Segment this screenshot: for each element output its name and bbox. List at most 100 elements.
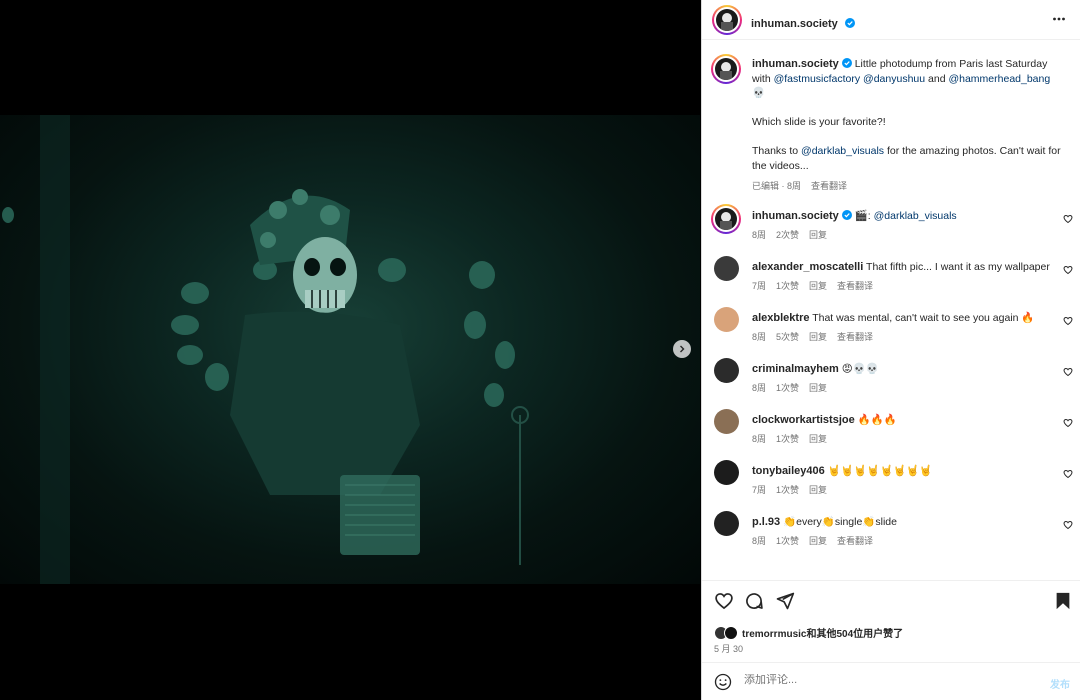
caption-avatar[interactable]: [711, 54, 741, 84]
commenter-avatar[interactable]: [714, 409, 739, 434]
comment-body: 🔥🔥🔥: [857, 414, 897, 426]
heart-icon[interactable]: [714, 591, 734, 611]
comment-time: 8周: [752, 536, 767, 546]
chevron-right-icon: [680, 345, 685, 353]
verified-icon: [845, 18, 856, 28]
translate-link[interactable]: 查看翻译: [837, 281, 873, 291]
comment-likes[interactable]: 1次赞: [776, 536, 799, 546]
commenter-avatar[interactable]: [714, 307, 739, 332]
skull-emoji: 💀: [752, 87, 766, 99]
like-comment-heart-icon[interactable]: [1063, 418, 1073, 428]
commenter-username[interactable]: clockworkartistsjoe: [752, 414, 855, 426]
translate-link[interactable]: 查看翻译: [837, 536, 873, 546]
mention-link[interactable]: @darklab_visuals: [874, 210, 957, 222]
comment-row: criminalmayhem 😡💀💀 8周 1次赞 回复: [702, 354, 1080, 400]
emoji-icon[interactable]: [714, 673, 732, 691]
author-username[interactable]: inhuman.society: [751, 18, 838, 30]
comment-input[interactable]: [744, 674, 1034, 686]
comment-body: That fifth pic... I want it as my wallpa…: [866, 261, 1050, 273]
comment-likes[interactable]: 1次赞: [776, 281, 799, 291]
comment-time: 8周: [752, 383, 767, 393]
mention-link[interactable]: @fastmusicfactory: [774, 73, 861, 85]
comment-meta: 7周 1次赞 回复: [752, 483, 837, 496]
commenter-avatar[interactable]: [711, 204, 741, 234]
commenter-avatar[interactable]: [714, 460, 739, 485]
comment-text: alexblektre That was mental, can't wait …: [752, 311, 1057, 326]
comment-row: inhuman.society 🎬: @darklab_visuals 8周 2次赞…: [702, 201, 1080, 247]
comments-scroll-area[interactable]: inhuman.society Little photodump from Pa…: [702, 41, 1080, 576]
post-comment-button[interactable]: 发布: [1050, 676, 1070, 691]
comment-likes[interactable]: 5次赞: [776, 332, 799, 342]
caption-text: and: [928, 72, 946, 85]
next-slide-button[interactable]: [673, 340, 691, 358]
post-media: [0, 0, 700, 700]
comment-body: 👏every👏single👏slide: [783, 516, 897, 528]
commenter-username[interactable]: inhuman.society: [752, 210, 839, 222]
likes-text[interactable]: tremorrmusic和其他504位用户赞了: [742, 625, 903, 640]
comment-time: 8周: [752, 332, 767, 342]
comment-time: 8周: [752, 434, 767, 444]
comment-body: 🤘🤘🤘🤘🤘🤘🤘🤘: [827, 465, 933, 477]
mention-link[interactable]: @darklab_visuals: [801, 145, 884, 157]
like-comment-heart-icon[interactable]: [1063, 520, 1073, 530]
commenter-avatar[interactable]: [714, 358, 739, 383]
translate-link[interactable]: 查看翻译: [811, 181, 847, 191]
commenter-username[interactable]: alexblektre: [752, 312, 809, 324]
like-comment-heart-icon[interactable]: [1063, 265, 1073, 275]
likes-summary[interactable]: tremorrmusic和其他504位用户赞了: [714, 625, 903, 640]
translate-link[interactable]: 查看翻译: [837, 332, 873, 342]
reply-button[interactable]: 回复: [809, 281, 827, 291]
mention-link[interactable]: @danyushuu: [863, 73, 925, 85]
caption-text: for the amazing photos. Can't wait for t…: [752, 145, 1061, 172]
commenter-avatar[interactable]: [714, 256, 739, 281]
comment-time: 7周: [752, 281, 767, 291]
comment-likes[interactable]: 1次赞: [776, 383, 799, 393]
add-comment-bar: 发布: [702, 662, 1080, 700]
commenter-username[interactable]: tonybailey406: [752, 465, 825, 477]
comment-row: p.l.93 👏every👏single👏slide 8周 1次赞 回复 查看翻译: [702, 507, 1080, 553]
mention-link[interactable]: @hammerhead_bang: [948, 73, 1050, 85]
caption-text: Which slide is your favorite?!: [752, 116, 886, 128]
post-photo: [0, 115, 700, 584]
comment-likes[interactable]: 2次赞: [776, 230, 799, 240]
reply-button[interactable]: 回复: [809, 230, 827, 240]
post-sidebar: inhuman.society inhuman.society Little p…: [701, 0, 1080, 700]
reply-button[interactable]: 回复: [809, 434, 827, 444]
commenter-avatar[interactable]: [714, 511, 739, 536]
caption-text: Thanks to: [752, 145, 799, 157]
reply-button[interactable]: 回复: [809, 332, 827, 342]
verified-icon: [841, 210, 852, 220]
comment-row: alexander_moscatelli That fifth pic... I…: [702, 252, 1080, 298]
verified-icon: [841, 58, 852, 68]
reply-button[interactable]: 回复: [809, 485, 827, 495]
commenter-username[interactable]: criminalmayhem: [752, 363, 839, 375]
bookmark-icon[interactable]: [1054, 591, 1072, 611]
reply-button[interactable]: 回复: [809, 383, 827, 393]
comment-meta: 8周 1次赞 回复 查看翻译: [752, 534, 883, 547]
author-avatar[interactable]: [712, 5, 742, 35]
like-comment-heart-icon[interactable]: [1063, 316, 1073, 326]
comment-text: alexander_moscatelli That fifth pic... I…: [752, 260, 1057, 275]
share-icon[interactable]: [775, 591, 795, 611]
commenter-username[interactable]: p.l.93: [752, 516, 780, 528]
comment-row: clockworkartistsjoe 🔥🔥🔥 8周 1次赞 回复: [702, 405, 1080, 451]
commenter-username[interactable]: alexander_moscatelli: [752, 261, 863, 273]
comment-body: That was mental, can't wait to see you a…: [812, 312, 1035, 324]
like-comment-heart-icon[interactable]: [1063, 469, 1073, 479]
action-bar: [702, 580, 1080, 620]
like-comment-heart-icon[interactable]: [1063, 214, 1073, 224]
comment-meta: 7周 1次赞 回复 查看翻译: [752, 279, 883, 292]
photo-illustration: [2, 115, 529, 584]
comment-text: p.l.93 👏every👏single👏slide: [752, 515, 1057, 530]
comment-time: 8周: [752, 230, 767, 240]
more-icon[interactable]: [1052, 12, 1066, 26]
comment-likes[interactable]: 1次赞: [776, 485, 799, 495]
comment-meta: 8周 2次赞 回复: [752, 228, 837, 241]
like-comment-heart-icon[interactable]: [1063, 367, 1073, 377]
comment-icon[interactable]: [744, 591, 764, 611]
caption-username[interactable]: inhuman.society: [752, 58, 839, 70]
comment-row: tonybailey406 🤘🤘🤘🤘🤘🤘🤘🤘 7周 1次赞 回复: [702, 456, 1080, 502]
comment-likes[interactable]: 1次赞: [776, 434, 799, 444]
reply-button[interactable]: 回复: [809, 536, 827, 546]
comment-text: tonybailey406 🤘🤘🤘🤘🤘🤘🤘🤘: [752, 464, 1057, 479]
